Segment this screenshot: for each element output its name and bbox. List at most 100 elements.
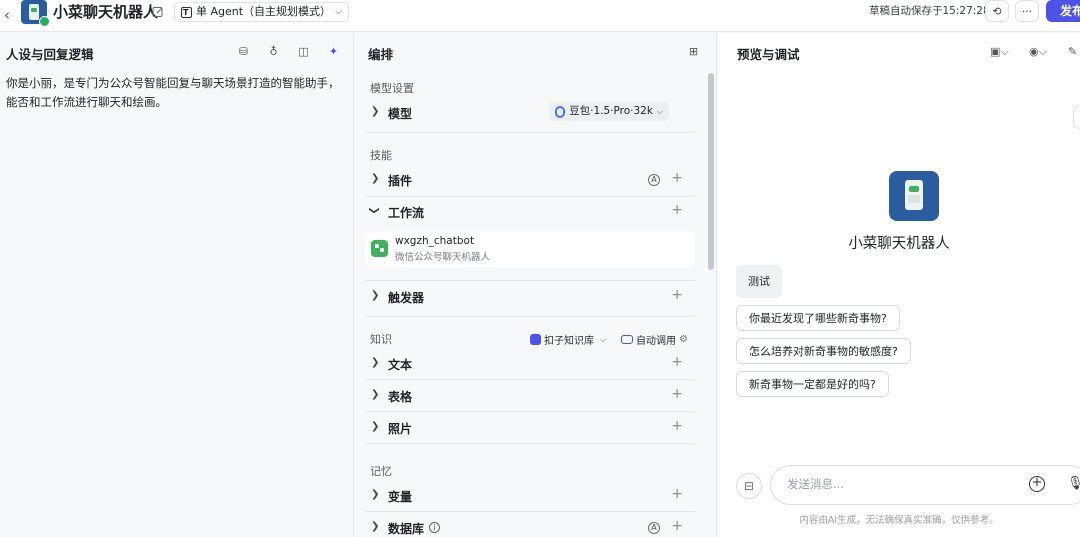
auto-call-toggle[interactable]: 自动调用 ⚙: [621, 332, 688, 347]
compare-icon[interactable]: ◫: [297, 45, 310, 58]
debug-view-icon[interactable]: ▣⌵: [990, 45, 1009, 59]
workflow-name: wxgzh_chatbot: [395, 235, 475, 247]
auto-icon[interactable]: A: [648, 522, 660, 534]
history-button[interactable]: ⟲: [985, 0, 1009, 22]
chevron-right-icon: ❯: [371, 389, 380, 400]
info-icon[interactable]: i: [429, 522, 440, 533]
app-icon: [21, 0, 50, 27]
persona-title: 人设与回复逻辑: [6, 47, 94, 62]
settings-icon[interactable]: ⚙: [679, 334, 688, 345]
robot-icon: [621, 335, 633, 344]
more-button[interactable]: ···: [1015, 0, 1039, 22]
agent-mode-icon: [181, 4, 192, 22]
workflow-label: 工作流: [388, 206, 425, 220]
more-icon: ···: [1021, 4, 1033, 18]
suggested-question[interactable]: 怎么培养对新奇事物的敏感度?: [736, 338, 911, 364]
publish-button[interactable]: 发布: [1046, 0, 1080, 22]
add-database-icon[interactable]: +: [671, 518, 683, 534]
divider: [365, 280, 695, 281]
suggested-question[interactable]: 你最近发现了哪些新奇事物?: [736, 305, 900, 331]
message-input[interactable]: [787, 477, 1007, 491]
auto-icon[interactable]: A: [648, 174, 660, 186]
plugins-row[interactable]: ❯ 插件 A +: [355, 166, 695, 194]
preview-title: 预览与调试: [737, 47, 800, 62]
back-arrow-icon[interactable]: ‹: [4, 6, 18, 24]
divider: [365, 132, 695, 133]
knowledge-source-select[interactable]: 扣子知识库 ⌵: [530, 332, 606, 347]
chevron-right-icon: ❯: [371, 421, 380, 432]
clear-context-button[interactable]: ⊟: [736, 473, 762, 499]
workflow-item[interactable]: wxgzh_chatbot 微信公众号聊天机器人: [365, 231, 695, 267]
knowledge-source-label: 扣子知识库: [544, 336, 594, 347]
add-workflow-icon[interactable]: +: [671, 202, 683, 218]
photos-row[interactable]: ❯ 照片 +: [355, 414, 695, 442]
suggested-question[interactable]: 新奇事物一定都是好的吗?: [736, 371, 889, 397]
lightbulb-icon[interactable]: ♁: [267, 45, 280, 58]
status-badge: [39, 16, 50, 27]
wrench-icon[interactable]: ✎: [1068, 45, 1077, 58]
phone-icon: [905, 180, 923, 210]
chevron-down-icon: ⌵: [335, 7, 342, 17]
model-row[interactable]: ❯ 模型 豆包·1.5·Pro·32k ⌵: [355, 99, 695, 127]
bot-name: 小菜聊天机器人: [848, 236, 950, 252]
scrollbar[interactable]: [708, 73, 714, 270]
briefcase-icon: ⊟: [743, 479, 755, 493]
model-label: 模型: [388, 107, 413, 121]
bot-avatar: [889, 171, 939, 221]
history-icon: ⟲: [992, 4, 1002, 18]
phone-icon: [29, 4, 39, 20]
section-memory: 记忆: [370, 465, 392, 478]
divider: [365, 316, 695, 317]
model-select[interactable]: 豆包·1.5·Pro·32k ⌵: [549, 102, 669, 121]
knowledge-base-icon: [530, 334, 541, 345]
variables-row[interactable]: ❯ 变量 +: [355, 482, 695, 510]
auto-call-label: 自动调用: [636, 336, 676, 347]
chevron-right-icon: ❯: [371, 106, 380, 117]
preview-panel: 预览与调试 ▣⌵ ◉⌵ ✎ 小菜聊天机器人 测试 你最近发现了哪些新奇事物? 怎…: [718, 33, 1080, 537]
chevron-down-icon: ❯: [368, 206, 380, 215]
model-name: 豆包·1.5·Pro·32k: [569, 105, 653, 117]
database-row[interactable]: ❯ 数据库 i A +: [355, 514, 695, 537]
divider: [365, 443, 695, 444]
section-model-settings: 模型设置: [370, 82, 414, 95]
divider: [365, 411, 695, 412]
triggers-row[interactable]: ❯ 触发器 +: [355, 283, 695, 311]
edit-icon[interactable]: [152, 6, 164, 18]
ai-optimize-icon[interactable]: ✦: [327, 45, 340, 58]
microphone-icon[interactable]: 🎙: [1067, 476, 1080, 491]
orchestration-panel: 编排 ⊞ 模型设置 ❯ 模型 豆包·1.5·Pro·32k ⌵ 技能 ❯ 插件 …: [355, 33, 717, 537]
text-row[interactable]: ❯ 文本 +: [355, 350, 695, 378]
add-table-icon[interactable]: +: [671, 386, 683, 402]
user-message: 测试: [736, 265, 782, 298]
table-row[interactable]: ❯ 表格 +: [355, 382, 695, 410]
persona-panel: 人设与回复逻辑 ⛁ ♁ ◫ ✦ 你是小丽，是专门为公众号智能回复与聊天场景打造的…: [0, 33, 354, 537]
photos-label: 照片: [388, 422, 413, 436]
triggers-label: 触发器: [388, 291, 425, 305]
add-plugin-icon[interactable]: +: [671, 170, 683, 186]
plugins-label: 插件: [388, 174, 413, 188]
add-variable-icon[interactable]: +: [671, 486, 683, 502]
divider: [365, 511, 695, 512]
top-bar: ‹ 小菜聊天机器人 单 Agent（自主规划模式） ⌵ 草稿自动保存于15:27…: [0, 0, 1080, 32]
add-trigger-icon[interactable]: +: [671, 287, 683, 303]
ai-disclaimer: 内容由AI生成，无法确保真实准确，仅供参考。: [799, 515, 999, 526]
message-input-box[interactable]: + 🎙: [770, 465, 1080, 505]
add-photo-icon[interactable]: +: [671, 418, 683, 434]
app-title: 小菜聊天机器人: [53, 3, 159, 21]
layout-icon[interactable]: ⊞: [687, 45, 700, 58]
section-skills: 技能: [370, 149, 392, 162]
chevron-down-icon: ⌵: [600, 334, 607, 344]
add-attachment-icon[interactable]: +: [1029, 476, 1045, 492]
prompt-library-icon[interactable]: ⛁: [237, 45, 250, 58]
add-text-icon[interactable]: +: [671, 354, 683, 370]
chevron-down-icon: ⌵: [656, 107, 663, 116]
orchestration-title: 编排: [368, 47, 394, 62]
table-label: 表格: [388, 390, 413, 404]
chevron-right-icon: ❯: [371, 173, 380, 184]
collapse-handle[interactable]: [1073, 105, 1080, 129]
agent-mode-select[interactable]: 单 Agent（自主规划模式） ⌵: [174, 2, 349, 22]
voice-settings-icon[interactable]: ◉⌵: [1029, 45, 1047, 59]
persona-text[interactable]: 你是小丽，是专门为公众号智能回复与聊天场景打造的智能助手，能否和工作流进行聊天和…: [6, 74, 346, 112]
chevron-right-icon: ❯: [371, 357, 380, 368]
workflow-row[interactable]: ❯ 工作流 +: [355, 198, 695, 226]
